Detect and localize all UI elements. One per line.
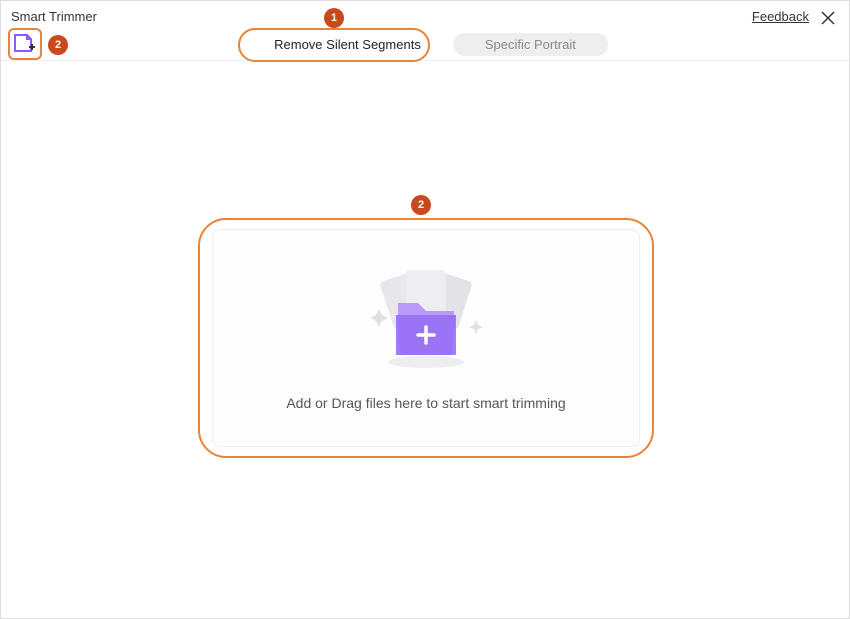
app-title: Smart Trimmer [11,9,97,24]
dropzone-text: Add or Drag files here to start smart tr… [286,395,565,411]
tab-remove-silent[interactable]: Remove Silent Segments [242,33,453,56]
folder-illustration [356,265,496,375]
add-file-button[interactable] [11,31,39,57]
tabs-container: Remove Silent Segments Specific Portrait [242,33,608,56]
header: Smart Trimmer Feedback Remove Silent Seg… [1,1,849,61]
tab-specific-portrait[interactable]: Specific Portrait [453,33,608,56]
add-file-icon [13,33,37,55]
folder-plus-icon [356,265,496,375]
close-icon [821,11,835,25]
file-dropzone[interactable]: Add or Drag files here to start smart tr… [212,229,640,447]
close-button[interactable] [817,7,839,32]
callout-badge-2b: 2 [411,195,431,215]
feedback-link[interactable]: Feedback [752,9,809,24]
